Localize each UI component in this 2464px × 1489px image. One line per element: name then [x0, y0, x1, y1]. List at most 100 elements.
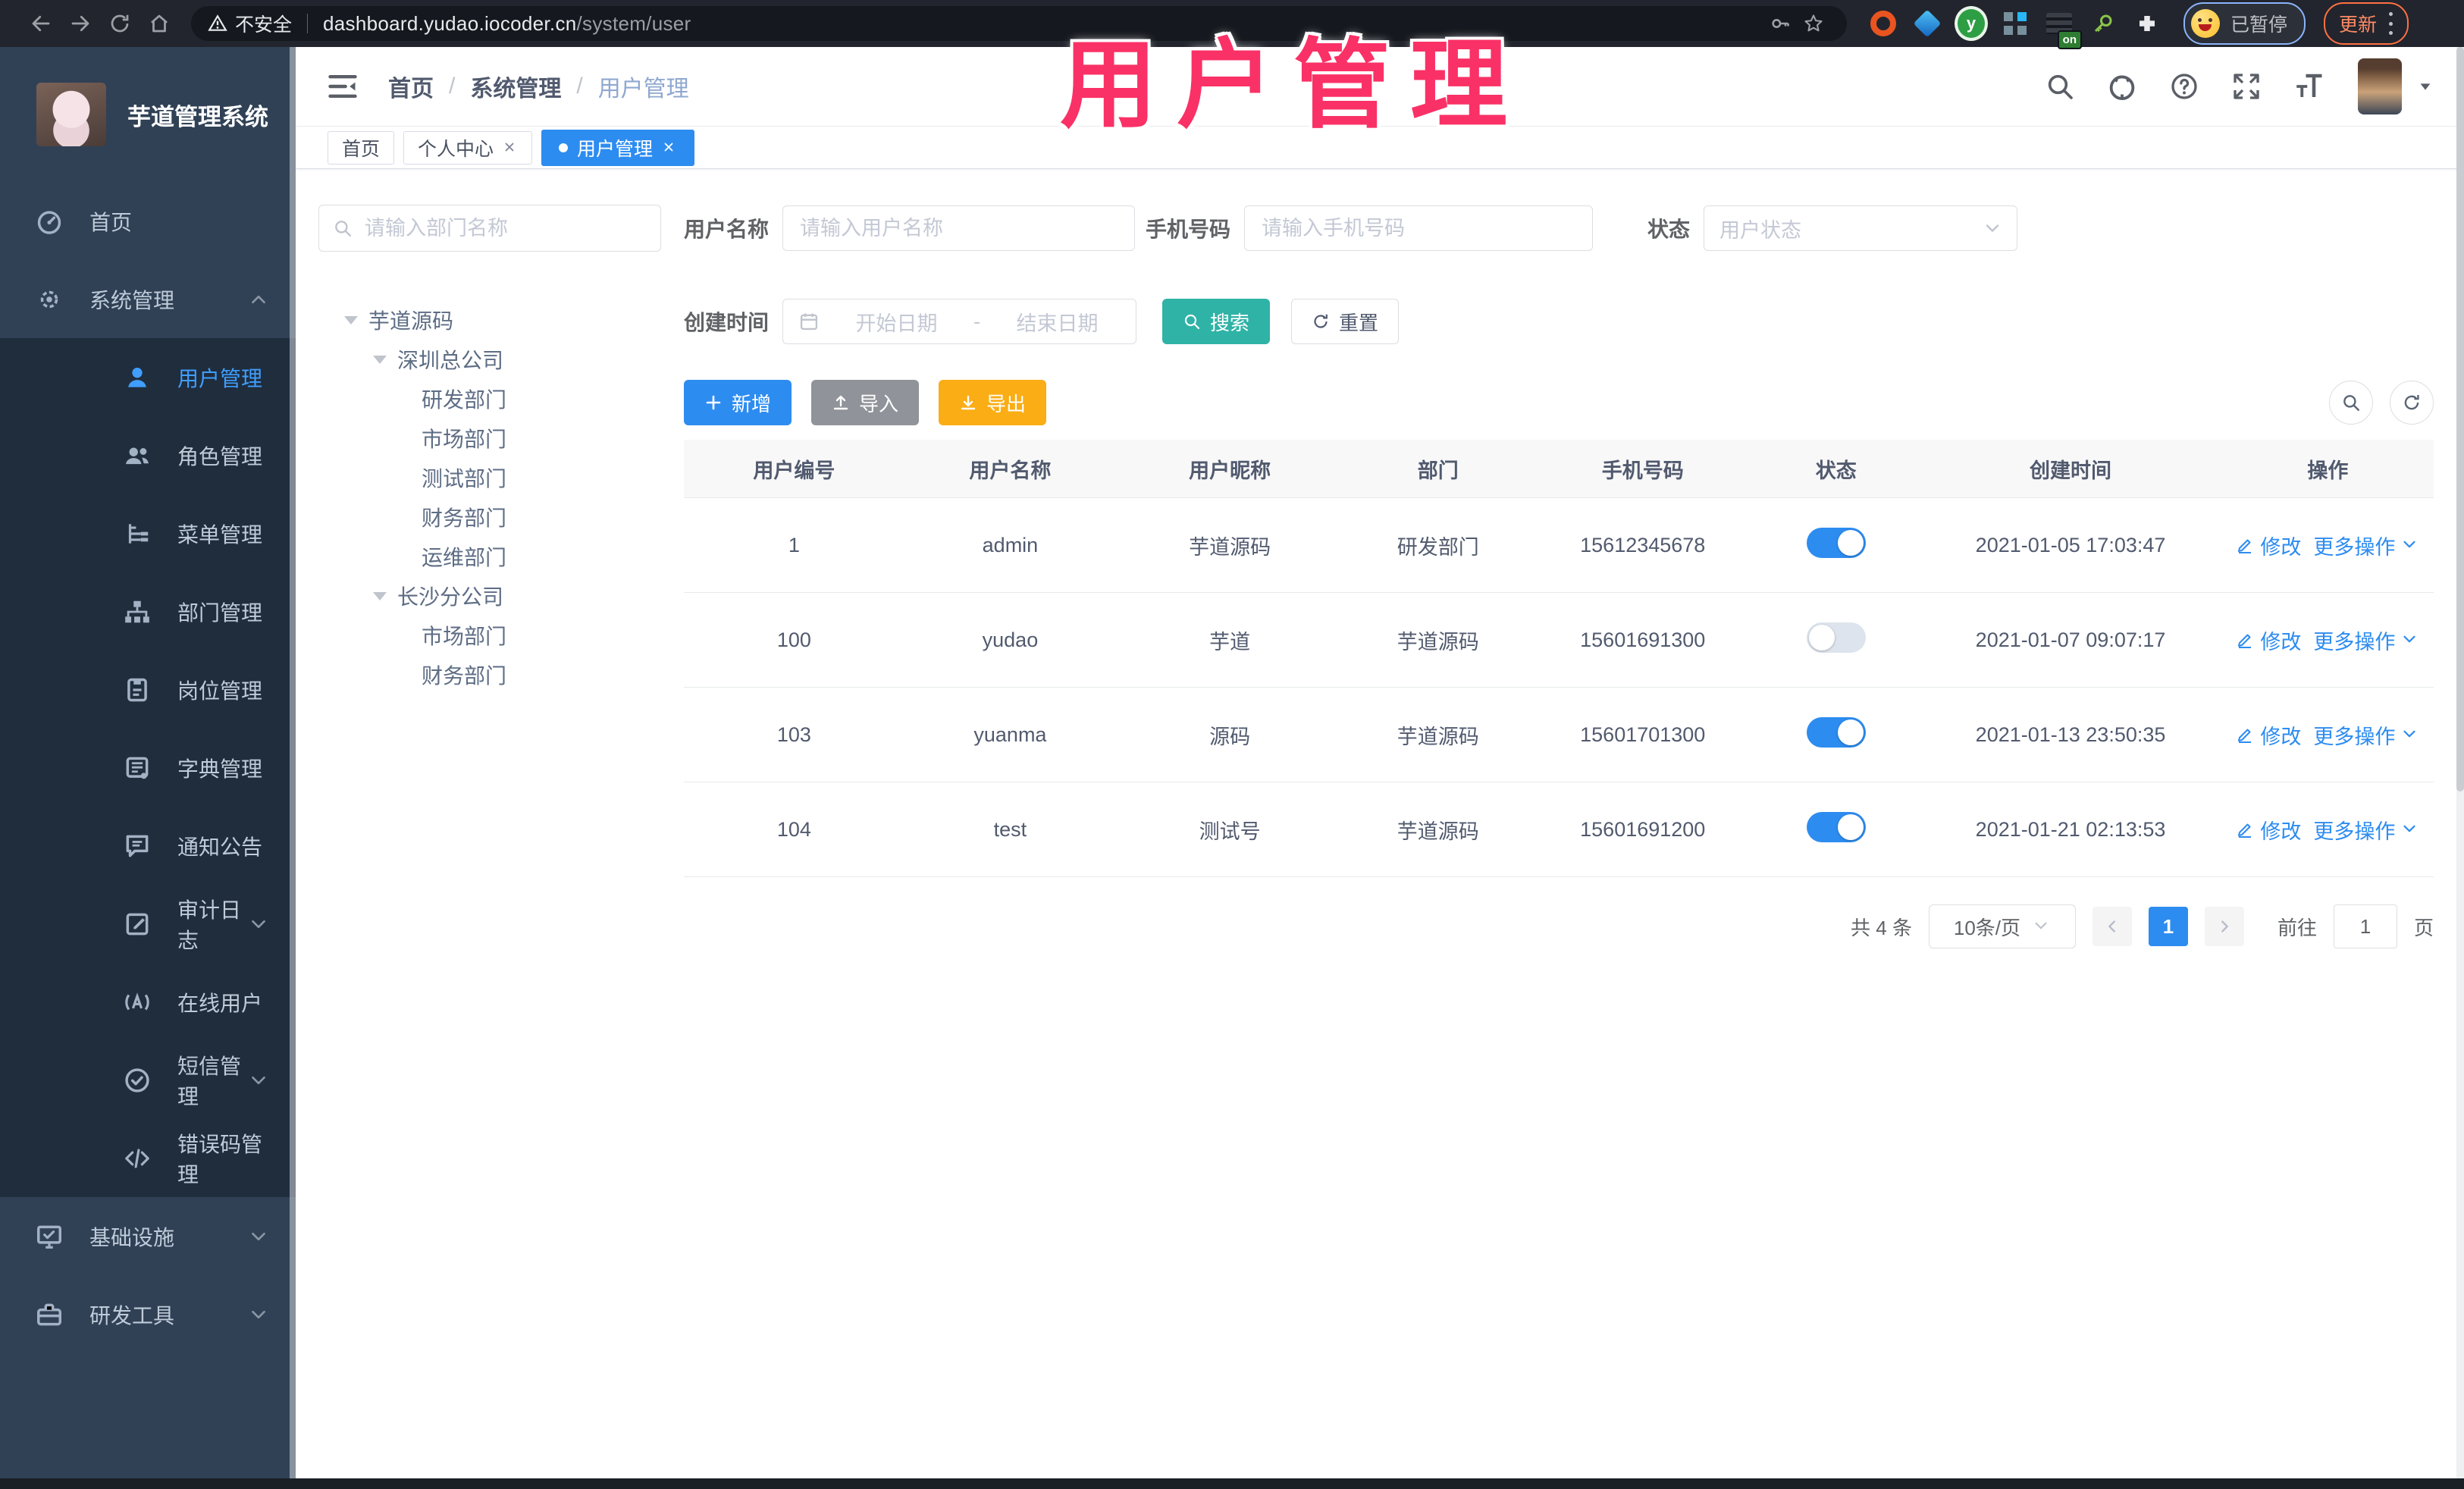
sidebar-item-dev-tools[interactable]: 研发工具: [0, 1275, 296, 1353]
extension-gem-icon[interactable]: [1911, 7, 1944, 40]
browser-reload-button[interactable]: [100, 4, 140, 43]
start-date-placeholder[interactable]: 开始日期: [833, 307, 960, 337]
tree-node[interactable]: 财务部门: [318, 497, 661, 537]
more-actions-link[interactable]: 更多操作: [2313, 815, 2419, 845]
sidebar-item-notice[interactable]: 通知公告: [0, 807, 296, 885]
window-scrollbar[interactable]: [2456, 47, 2464, 1478]
edit-link[interactable]: 修改: [2236, 625, 2301, 655]
sidebar-item-role-mgmt[interactable]: 角色管理: [0, 416, 296, 494]
tree-caret-icon[interactable]: [373, 591, 387, 600]
sidebar-item-dept-mgmt[interactable]: 部门管理: [0, 572, 296, 650]
status-toggle[interactable]: [1806, 716, 1866, 748]
browser-back-button[interactable]: [21, 4, 61, 43]
sidebar-item-infra[interactable]: 基础设施: [0, 1197, 296, 1275]
bookmark-star-icon[interactable]: [1797, 7, 1830, 40]
tree-node[interactable]: 市场部门: [318, 418, 661, 458]
tree-node[interactable]: 市场部门: [318, 616, 661, 655]
extension-on-badge-icon[interactable]: on: [2042, 7, 2082, 49]
sidebar-item-errcode-mgmt[interactable]: 错误码管理: [0, 1119, 296, 1197]
edit-link[interactable]: 修改: [2236, 531, 2301, 560]
sidebar-item-audit-log[interactable]: 审计日志: [0, 885, 296, 963]
tree-node[interactable]: 财务部门: [318, 655, 661, 694]
reset-button[interactable]: 重置: [1291, 299, 1400, 344]
search-button[interactable]: 搜索: [1162, 299, 1271, 344]
tab-home[interactable]: 首页: [328, 130, 395, 165]
mobile-input[interactable]: [1260, 215, 1578, 241]
sidebar-item-sms-mgmt[interactable]: 短信管理: [0, 1041, 296, 1119]
tree-node[interactable]: 深圳总公司: [318, 340, 661, 379]
font-size-icon[interactable]: [2293, 71, 2324, 102]
sidebar-item-menu-mgmt[interactable]: 菜单管理: [0, 494, 296, 572]
more-actions-link[interactable]: 更多操作: [2313, 720, 2419, 750]
extension-grid-icon[interactable]: [1998, 7, 2032, 40]
help-icon[interactable]: [2168, 71, 2200, 102]
github-icon[interactable]: [2106, 71, 2138, 102]
status-toggle[interactable]: [1806, 527, 1866, 558]
app-logo-row[interactable]: 芋道管理系统: [0, 47, 296, 182]
status-select[interactable]: 用户状态: [1704, 205, 2018, 251]
dept-search-box[interactable]: [318, 205, 661, 252]
tree-node[interactable]: 运维部门: [318, 537, 661, 576]
extensions-puzzle-icon[interactable]: [2130, 7, 2164, 40]
browser-menu-icon[interactable]: [2389, 12, 2393, 35]
col-actions: 操作: [2221, 440, 2434, 498]
avatar-caret-icon[interactable]: [2417, 78, 2434, 95]
tree-node[interactable]: 测试部门: [318, 458, 661, 497]
date-range-picker[interactable]: 开始日期 - 结束日期: [782, 299, 1137, 344]
dept-search-input[interactable]: [363, 215, 647, 241]
password-key-icon[interactable]: [1763, 7, 1797, 40]
extension-key-icon[interactable]: [2086, 7, 2120, 40]
page-number-button[interactable]: 1: [2148, 907, 2188, 946]
more-actions-link[interactable]: 更多操作: [2313, 531, 2419, 560]
user-avatar[interactable]: [2358, 58, 2402, 114]
extension-ubuntu-icon[interactable]: [1867, 7, 1900, 40]
dept-tree: 芋道源码 深圳总公司 研发部门 市场部门 测试部门 财务部门 运维部门 长沙分公…: [318, 300, 661, 694]
browser-update-button[interactable]: 更新: [2324, 2, 2409, 45]
header-search-icon[interactable]: [2044, 71, 2076, 102]
import-button[interactable]: 导入: [811, 380, 920, 425]
address-bar[interactable]: 不安全 dashboard.yudao.iocoder.cn/system/us…: [191, 6, 1847, 41]
fullscreen-icon[interactable]: [2230, 71, 2262, 102]
refresh-table-button[interactable]: [2390, 381, 2434, 425]
export-button[interactable]: 导出: [939, 380, 1047, 425]
sidebar-item-user-mgmt[interactable]: 用户管理: [0, 338, 296, 416]
status-toggle[interactable]: [1806, 622, 1866, 653]
extension-y-icon[interactable]: y: [1955, 6, 1988, 41]
add-button[interactable]: 新增: [684, 380, 792, 425]
sidebar-item-home[interactable]: 首页: [0, 182, 296, 260]
security-warning[interactable]: 不安全: [208, 10, 292, 37]
username-input[interactable]: [798, 215, 1120, 241]
tree-caret-icon[interactable]: [344, 315, 358, 324]
page-size-select[interactable]: 10条/页: [1928, 904, 2076, 948]
breadcrumb-system[interactable]: 系统管理: [470, 70, 561, 103]
sidebar-item-online-users[interactable]: 在线用户: [0, 963, 296, 1041]
hamburger-icon[interactable]: [326, 70, 359, 103]
sidebar-item-dict-mgmt[interactable]: 字典管理: [0, 729, 296, 807]
breadcrumb-home[interactable]: 首页: [388, 70, 434, 103]
more-actions-link[interactable]: 更多操作: [2313, 625, 2419, 655]
tree-caret-icon[interactable]: [373, 355, 387, 364]
close-icon[interactable]: [503, 140, 518, 155]
sidebar-item-system[interactable]: 系统管理: [0, 260, 296, 338]
prev-page-button[interactable]: [2092, 907, 2132, 946]
sidebar-scrollbar[interactable]: [290, 47, 296, 1478]
tab-user-mgmt[interactable]: 用户管理: [541, 129, 695, 166]
tree-node[interactable]: 芋道源码: [318, 300, 661, 340]
toggle-search-button[interactable]: [2329, 381, 2373, 425]
edit-link[interactable]: 修改: [2236, 720, 2301, 750]
edit-link[interactable]: 修改: [2236, 815, 2301, 845]
tree-node[interactable]: 研发部门: [318, 379, 661, 418]
goto-page-input[interactable]: [2333, 904, 2397, 948]
browser-profile-chip[interactable]: 已暂停: [2183, 2, 2306, 45]
next-page-button[interactable]: [2204, 907, 2244, 946]
sidebar-item-post-mgmt[interactable]: 岗位管理: [0, 650, 296, 729]
end-date-placeholder[interactable]: 结束日期: [994, 307, 1121, 337]
status-toggle[interactable]: [1806, 811, 1866, 842]
search-icon: [333, 218, 353, 238]
tree-node[interactable]: 长沙分公司: [318, 576, 661, 616]
tab-profile[interactable]: 个人中心: [403, 130, 533, 165]
browser-home-button[interactable]: [140, 4, 179, 43]
col-dept: 部门: [1343, 440, 1533, 498]
close-icon[interactable]: [662, 140, 677, 155]
browser-forward-button[interactable]: [61, 4, 100, 43]
